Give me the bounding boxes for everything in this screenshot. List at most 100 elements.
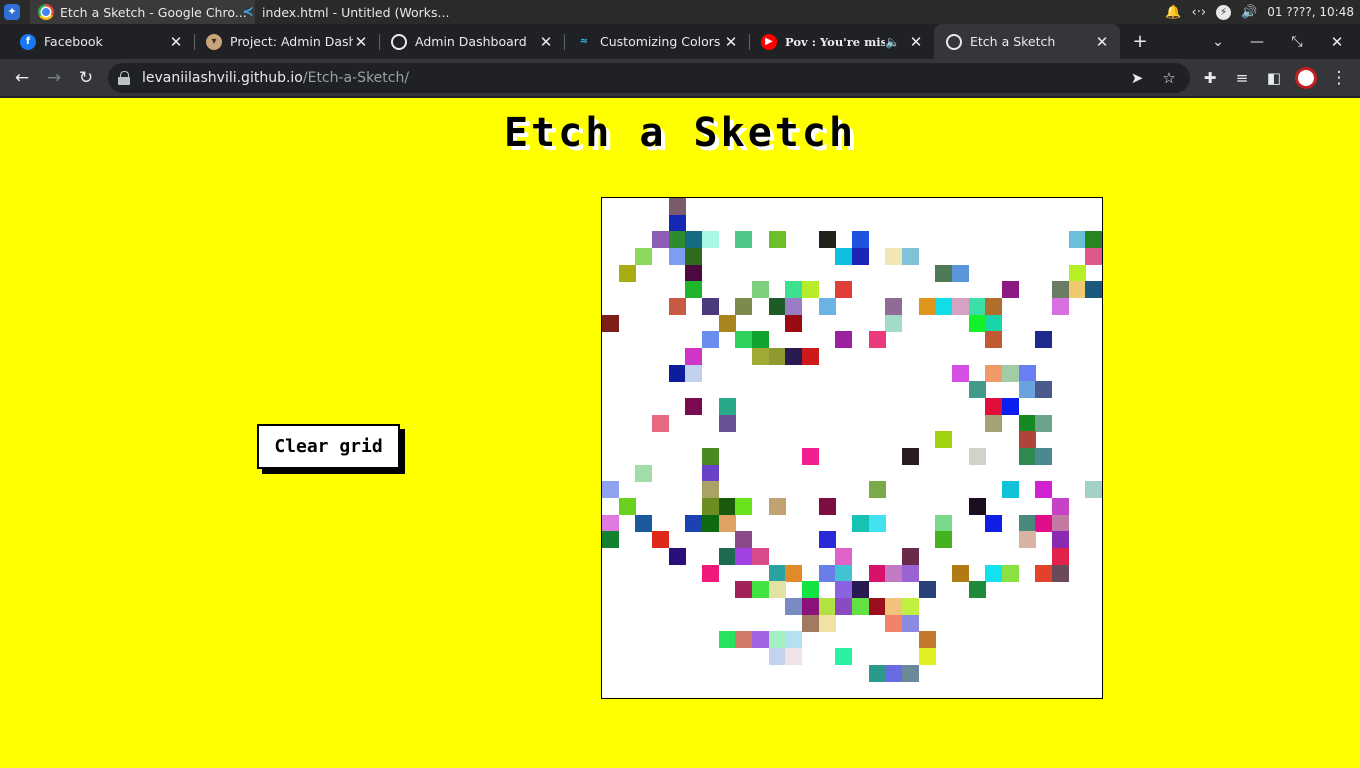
grid-cell[interactable] — [835, 648, 853, 665]
grid-cell[interactable] — [652, 531, 669, 549]
grid-cell[interactable] — [968, 381, 986, 399]
tab-youtube[interactable]: ▶ Pov : You're misun 🔈 ✕ — [749, 24, 934, 59]
grid-cell[interactable] — [685, 348, 703, 365]
grid-cell[interactable] — [718, 414, 736, 432]
grid-cell[interactable] — [1085, 248, 1103, 265]
grid-cell[interactable] — [1018, 414, 1036, 432]
grid-cell[interactable] — [868, 564, 886, 582]
grid-cell[interactable] — [1018, 514, 1036, 532]
tab-customizing-colors[interactable]: ≈ Customizing Colors - T ✕ — [564, 24, 750, 59]
grid-cell[interactable] — [885, 664, 903, 682]
grid-cell[interactable] — [702, 514, 719, 532]
grid-cell[interactable] — [768, 498, 786, 515]
media-control-icon[interactable]: ≡ — [1228, 64, 1256, 92]
grid-cell[interactable] — [835, 598, 853, 615]
grid-cell[interactable] — [1035, 381, 1053, 399]
grid-cell[interactable] — [885, 314, 903, 332]
grid-cell[interactable] — [968, 448, 986, 465]
grid-cell[interactable] — [1018, 531, 1036, 549]
grid-cell[interactable] — [868, 331, 886, 349]
grid-cell[interactable] — [835, 548, 853, 565]
grid-cell[interactable] — [635, 464, 653, 482]
grid-cell[interactable] — [985, 298, 1003, 315]
grid-cell[interactable] — [935, 264, 953, 282]
grid-cell[interactable] — [1052, 498, 1069, 515]
grid-cell[interactable] — [668, 231, 686, 249]
grid-cell[interactable] — [918, 581, 936, 599]
grid-cell[interactable] — [968, 314, 986, 332]
side-panel-icon[interactable]: ◧ — [1260, 64, 1288, 92]
grid-cell[interactable] — [1035, 481, 1053, 499]
close-tab-icon[interactable]: ✕ — [1094, 33, 1110, 51]
grid-cell[interactable] — [818, 531, 836, 549]
grid-cell[interactable] — [1018, 431, 1036, 449]
grid-cell[interactable] — [902, 564, 919, 582]
grid-cell[interactable] — [635, 248, 653, 265]
grid-cell[interactable] — [768, 581, 786, 599]
grid-cell[interactable] — [802, 598, 819, 615]
minimize-window-icon[interactable]: — — [1242, 24, 1272, 59]
grid-cell[interactable] — [652, 231, 669, 249]
grid-cell[interactable] — [802, 581, 819, 599]
grid-cell[interactable] — [852, 581, 869, 599]
grid-cell[interactable] — [802, 614, 819, 632]
tab-facebook[interactable]: f Facebook ✕ — [8, 24, 195, 59]
grid-cell[interactable] — [985, 331, 1003, 349]
close-tab-icon[interactable]: ✕ — [538, 33, 554, 51]
grid-cell[interactable] — [1052, 548, 1069, 565]
grid-cell[interactable] — [635, 514, 653, 532]
grid-cell[interactable] — [985, 364, 1003, 382]
grid-cell[interactable] — [818, 598, 836, 615]
grid-cell[interactable] — [785, 564, 803, 582]
grid-cell[interactable] — [735, 581, 753, 599]
grid-cell[interactable] — [768, 648, 786, 665]
grid-cell[interactable] — [968, 298, 986, 315]
grid-cell[interactable] — [1085, 231, 1103, 249]
grid-cell[interactable] — [752, 631, 769, 649]
grid-cell[interactable] — [818, 614, 836, 632]
grid-cell[interactable] — [868, 598, 886, 615]
grid-cell[interactable] — [1035, 564, 1053, 582]
grid-cell[interactable] — [952, 298, 969, 315]
grid-cell[interactable] — [752, 281, 769, 299]
grid-cell[interactable] — [835, 281, 853, 299]
lock-icon[interactable] — [118, 71, 130, 85]
sketch-grid[interactable] — [601, 197, 1103, 699]
grid-cell[interactable] — [668, 214, 686, 232]
close-tab-icon[interactable]: ✕ — [908, 33, 924, 51]
grid-cell[interactable] — [1035, 514, 1053, 532]
grid-cell[interactable] — [668, 248, 686, 265]
grid-cell[interactable] — [985, 398, 1003, 415]
grid-cell[interactable] — [868, 664, 886, 682]
grid-cell[interactable] — [1035, 448, 1053, 465]
grid-cell[interactable] — [968, 581, 986, 599]
grid-cell[interactable] — [718, 514, 736, 532]
grid-cell[interactable] — [685, 264, 703, 282]
grid-cell[interactable] — [785, 281, 803, 299]
os-menu-icon[interactable]: ✦ — [4, 4, 20, 20]
grid-cell[interactable] — [785, 348, 803, 365]
grid-cell[interactable] — [668, 548, 686, 565]
taskbar-window-vscode[interactable]: ≺ index.html - Untitled (Works... — [232, 0, 457, 24]
url-text[interactable]: levaniilashvili.github.io/Etch-a-Sketch/ — [142, 70, 409, 86]
grid-cell[interactable] — [1068, 231, 1086, 249]
grid-cell[interactable] — [768, 348, 786, 365]
grid-cell[interactable] — [735, 548, 753, 565]
grid-cell[interactable] — [702, 564, 719, 582]
grid-cell[interactable] — [902, 548, 919, 565]
grid-cell[interactable] — [1035, 331, 1053, 349]
grid-cell[interactable] — [785, 314, 803, 332]
grid-cell[interactable] — [1052, 531, 1069, 549]
audio-playing-icon[interactable]: 🔈 — [885, 35, 900, 49]
grid-cell[interactable] — [802, 448, 819, 465]
grid-cell[interactable] — [918, 631, 936, 649]
bookmark-star-icon[interactable]: ☆ — [1158, 67, 1180, 89]
grid-cell[interactable] — [702, 481, 719, 499]
grid-cell[interactable] — [1085, 281, 1103, 299]
reload-icon[interactable]: ↻ — [72, 64, 100, 92]
grid-cell[interactable] — [752, 348, 769, 365]
grid-cell[interactable] — [768, 564, 786, 582]
grid-cell[interactable] — [735, 531, 753, 549]
grid-cell[interactable] — [1018, 381, 1036, 399]
grid-cell[interactable] — [718, 631, 736, 649]
